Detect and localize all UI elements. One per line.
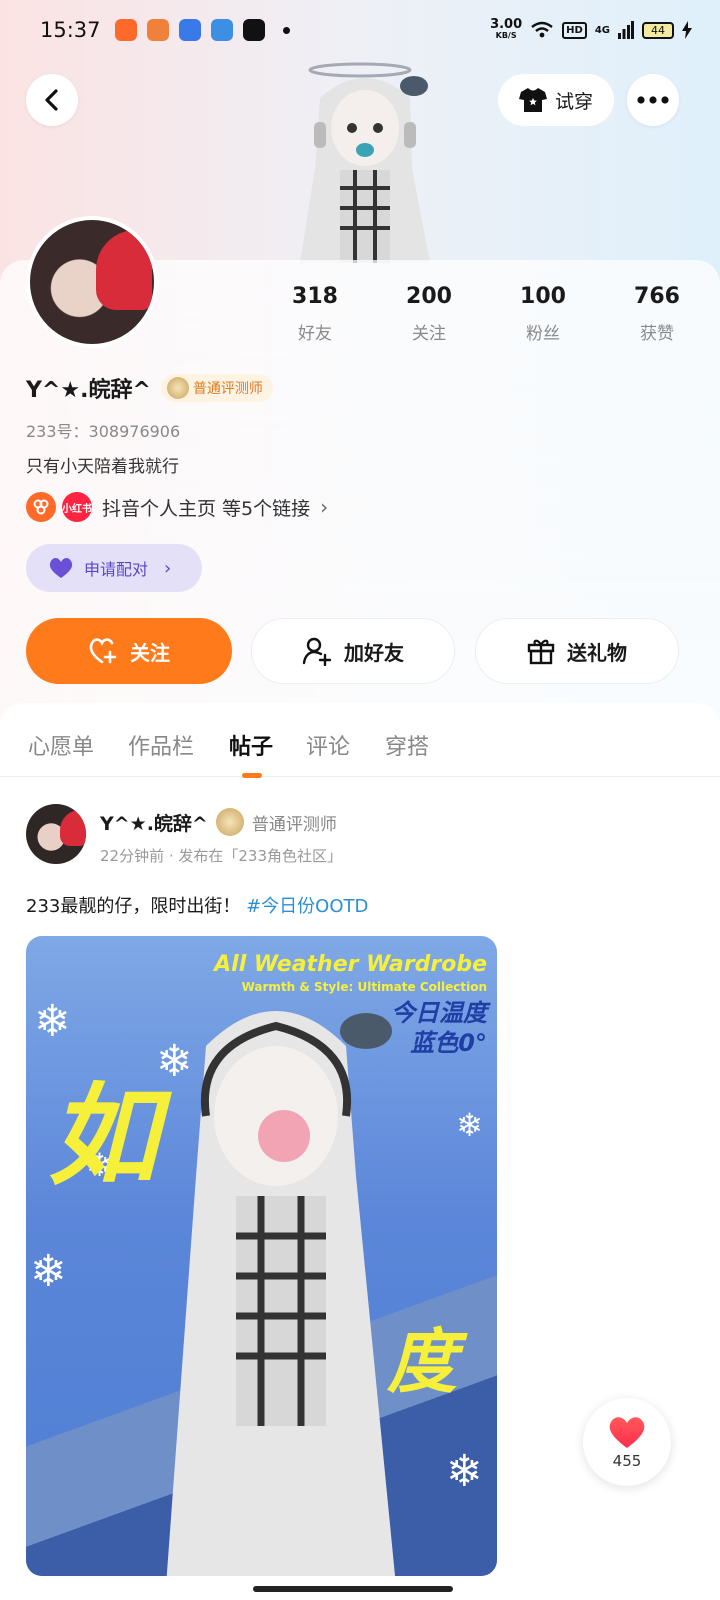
stat-following[interactable]: 200 关注 [372, 284, 486, 344]
xiaohongshu-icon: 小红书 [62, 492, 92, 522]
post-character-figure [166, 1011, 396, 1576]
signal-icon [618, 21, 634, 39]
post-badge-icon [215, 808, 244, 836]
temp-line-2: 蓝色0° [410, 1029, 487, 1057]
post-body: 233最靓的仔，限时出街！ [26, 896, 241, 917]
nickname-row: Y^★.皖辞^ 普通评测师 [26, 372, 273, 404]
net-speed-value: 3.00 [490, 17, 523, 32]
like-button[interactable]: 455 [583, 1398, 671, 1486]
post-meta: 22分钟前 · 发布在「233角色社区」 [100, 847, 343, 865]
stat-fans[interactable]: 100 粉丝 [486, 284, 600, 344]
app-notification-icon [114, 19, 137, 41]
like-count: 455 [612, 1452, 642, 1470]
stat-likes-label: 获赞 [640, 324, 674, 344]
post-text: 233最靓的仔，限时出街！ #今日份OOTD [26, 892, 368, 918]
image-title: All Weather Wardrobe [214, 952, 487, 977]
profile-avatar[interactable] [26, 216, 158, 348]
stat-friends-count: 318 [292, 284, 338, 309]
chevron-right-icon: › [320, 495, 329, 519]
network-speed: 3.00 KB/S [490, 17, 523, 41]
stat-friends-label: 好友 [298, 324, 332, 344]
snowflake-icon: ❄ [456, 1106, 483, 1144]
temp-line-1: 今日温度 [391, 999, 487, 1027]
follow-button[interactable]: 关注 [26, 618, 232, 684]
tab-posts[interactable]: 帖子 [229, 729, 273, 761]
chevron-right-icon: › [164, 557, 172, 579]
more-notifications-dot [282, 26, 290, 34]
status-time: 15:37 [40, 18, 101, 42]
hd-icon: HD [562, 21, 587, 39]
badge-label: 普通评测师 [192, 381, 263, 397]
reviewer-badge[interactable]: 普通评测师 [160, 374, 273, 402]
heart-icon [609, 1417, 645, 1448]
profile-bio: 只有小天陪着我就行 [26, 457, 179, 477]
stat-following-count: 200 [406, 284, 452, 309]
tab-outfits[interactable]: 穿搭 [385, 729, 429, 761]
stat-fans-count: 100 [520, 284, 566, 309]
more-dots-icon [637, 96, 669, 104]
try-on-button[interactable]: 试穿 [498, 74, 614, 126]
post-badge-label: 普通评测师 [251, 814, 337, 835]
avatar-character-figure [300, 62, 430, 263]
battery-icon: 44 [642, 21, 674, 39]
shirt-icon [518, 88, 547, 112]
cloud-notification-icon [210, 19, 233, 41]
post-hashtag[interactable]: #今日份OOTD [246, 896, 368, 917]
profile-tabs: 心愿单 作品栏 帖子 评论 穿搭 [0, 703, 720, 778]
tab-works[interactable]: 作品栏 [128, 729, 194, 761]
add-friend-label: 加好友 [344, 640, 404, 665]
image-big-char-1: 如 [48, 1072, 158, 1200]
links-text: 抖音个人主页 等5个链接 [102, 497, 311, 520]
post-author-avatar[interactable] [26, 804, 86, 864]
apply-match-button[interactable]: 申请配对 › [26, 544, 202, 592]
heart-icon [49, 558, 73, 578]
video-notification-icon [242, 19, 265, 41]
active-tab-indicator [242, 773, 262, 778]
stat-likes[interactable]: 766 获赞 [600, 284, 714, 344]
home-indicator[interactable] [253, 1586, 453, 1592]
apply-match-label: 申请配对 [84, 560, 149, 579]
tab-comments[interactable]: 评论 [306, 729, 350, 761]
follow-label: 关注 [130, 640, 170, 665]
post-image[interactable]: ❄ ❄ ❄ ❄ ❄ ❄ 如 度 All Weather Wardrobe War… [26, 936, 497, 1576]
game-notification-icon [146, 19, 169, 41]
badge-icon [166, 377, 189, 399]
status-bar: 15:37 3.00 KB/S HD 4G 44 [0, 0, 720, 60]
stat-friends[interactable]: 318 好友 [258, 284, 372, 344]
stat-likes-count: 766 [634, 284, 680, 309]
back-button[interactable] [26, 74, 78, 126]
charging-icon [682, 21, 692, 39]
post-author-row: Y^★.皖辞^ 普通评测师 [100, 808, 337, 836]
app-link-icon [26, 492, 56, 522]
baidu-notification-icon [178, 19, 201, 41]
add-user-icon [302, 637, 332, 666]
profile-stats: 318 好友 200 关注 100 粉丝 766 获赞 [258, 284, 714, 344]
profile-nickname: Y^★.皖辞^ [26, 378, 151, 403]
heart-plus-icon [89, 638, 117, 664]
chevron-left-icon [45, 89, 58, 111]
try-on-label: 试穿 [554, 90, 593, 113]
net-speed-unit: KB/S [495, 31, 517, 40]
more-options-button[interactable] [627, 74, 679, 126]
stat-fans-label: 粉丝 [526, 324, 560, 344]
send-gift-label: 送礼物 [567, 640, 627, 665]
external-links[interactable]: 小红书 抖音个人主页 等5个链接 › [26, 492, 328, 522]
wifi-icon [531, 21, 553, 38]
image-subtitle: Warmth & Style: Ultimate Collection [241, 980, 487, 994]
post-author-name[interactable]: Y^★.皖辞^ [100, 809, 208, 836]
add-friend-button[interactable]: 加好友 [251, 618, 455, 684]
stat-following-label: 关注 [412, 324, 446, 344]
snowflake-icon: ❄ [30, 1246, 67, 1297]
image-temperature: 今日温度 蓝色0° [391, 998, 487, 1058]
tab-wishlist[interactable]: 心愿单 [28, 729, 94, 761]
snowflake-icon: ❄ [446, 1446, 483, 1497]
gift-icon [527, 639, 555, 665]
signal-label: 4G [594, 24, 610, 36]
snowflake-icon: ❄ [34, 996, 71, 1047]
profile-uid: 233号：308976906 [26, 422, 181, 441]
send-gift-button[interactable]: 送礼物 [475, 618, 679, 684]
